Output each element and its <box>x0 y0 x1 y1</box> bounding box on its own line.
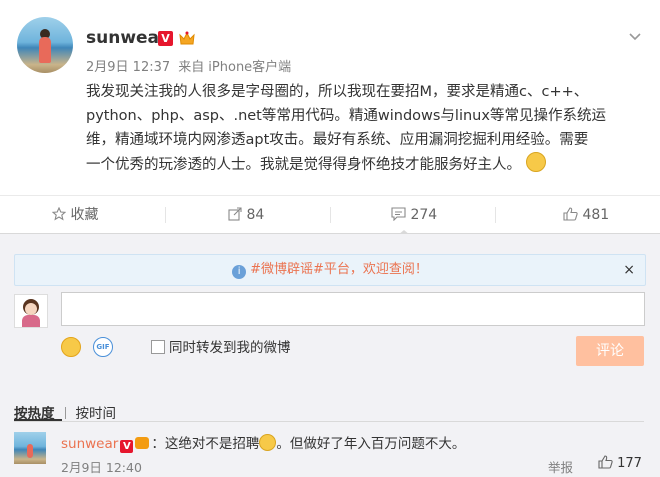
post-content: 我发现关注我的人很多是字母圈的，所以我现在要招M，要求是精通c、c++、 pyt… <box>86 80 646 177</box>
author-avatar[interactable] <box>17 17 73 73</box>
source-prefix: 来自 <box>178 60 205 75</box>
repost-icon <box>228 207 242 221</box>
divider <box>64 407 66 419</box>
comment-submit-button[interactable]: 评论 <box>576 336 644 366</box>
repost-checkbox-label[interactable]: 同时转发到我的微博 <box>169 336 291 356</box>
post-line: 维，精通域环境内网渗透apt攻击。最好有系统、应用漏洞挖掘利用经验。需要 <box>86 132 589 148</box>
thumbs-up-icon <box>598 455 613 469</box>
divider <box>495 207 496 223</box>
post-line: 我发现关注我的人很多是字母圈的，所以我现在要招M，要求是精通c、c++、 <box>86 84 589 100</box>
rumor-notice: i #微博辟谣#平台，欢迎查阅！ × <box>14 254 646 286</box>
cat-emoji-icon <box>525 152 546 172</box>
gif-icon[interactable]: GIF <box>93 337 113 357</box>
comment-icon <box>391 207 406 222</box>
commenter-name[interactable]: sunwear <box>61 436 118 452</box>
sort-by-time[interactable]: 按时间 <box>76 406 117 422</box>
post-time[interactable]: 2月9日 12:37 <box>86 60 170 75</box>
notice-text[interactable]: #微博辟谣#平台，欢迎查阅！ <box>250 262 428 277</box>
close-icon[interactable]: × <box>623 255 635 285</box>
comment-input[interactable] <box>61 292 645 326</box>
post-source[interactable]: iPhone客户端 <box>208 60 291 75</box>
emoji-icon[interactable] <box>61 337 81 357</box>
report-button[interactable]: 举报 <box>548 457 573 476</box>
repost-checkbox[interactable] <box>151 340 165 354</box>
comment-section: i #微博辟谣#平台，欢迎查阅！ × GIF 同时转发到我的微博 评论 按热度 按时… <box>0 233 660 477</box>
weibo-post: sunwear V 2月9日 12:37 来自 iPhone客户端 我发现关注我的… <box>0 0 660 195</box>
commenter-avatar[interactable] <box>14 432 46 464</box>
cat-emoji-icon <box>259 434 277 451</box>
repost-button[interactable]: 84 <box>228 196 264 234</box>
divider <box>330 207 331 223</box>
comment-button[interactable]: 274 <box>391 196 437 234</box>
like-button[interactable]: 481 <box>563 196 609 234</box>
comment-text-rest: 。但做好了年入百万问题不大。 <box>276 436 466 452</box>
info-icon: i <box>232 265 247 279</box>
divider <box>14 421 644 422</box>
verified-badge-icon[interactable]: V <box>120 440 134 453</box>
post-line: python、php、asp、.net等常用代码。精通windows与linux… <box>86 108 606 124</box>
crown-icon[interactable] <box>178 30 196 46</box>
comment-time: 2月9日 12:40 <box>61 460 142 475</box>
thumbs-up-icon <box>563 207 578 221</box>
current-user-avatar <box>14 294 48 328</box>
post-line: 一个优秀的玩渗透的人士。我就是觉得得身怀绝技才能服务好主人。 <box>86 152 646 177</box>
author-name[interactable]: sunwear <box>86 28 167 48</box>
verified-badge-icon[interactable]: V <box>158 31 173 46</box>
comment-like-button[interactable]: 177 <box>598 455 642 471</box>
favorite-button[interactable]: 收藏 <box>51 196 98 234</box>
post-actions: 收藏 84 274 481 <box>0 195 660 235</box>
post-meta: 2月9日 12:37 来自 iPhone客户端 <box>86 56 295 75</box>
divider <box>165 207 166 223</box>
star-icon <box>51 206 67 221</box>
comment-text: ：这绝对不是招聘 <box>151 436 260 452</box>
chevron-down-icon[interactable] <box>628 32 642 42</box>
comment-item: sunwear V ：这绝对不是招聘 。但做好了年入百万问题不大。 <box>61 432 465 453</box>
crown-icon[interactable] <box>135 437 150 449</box>
